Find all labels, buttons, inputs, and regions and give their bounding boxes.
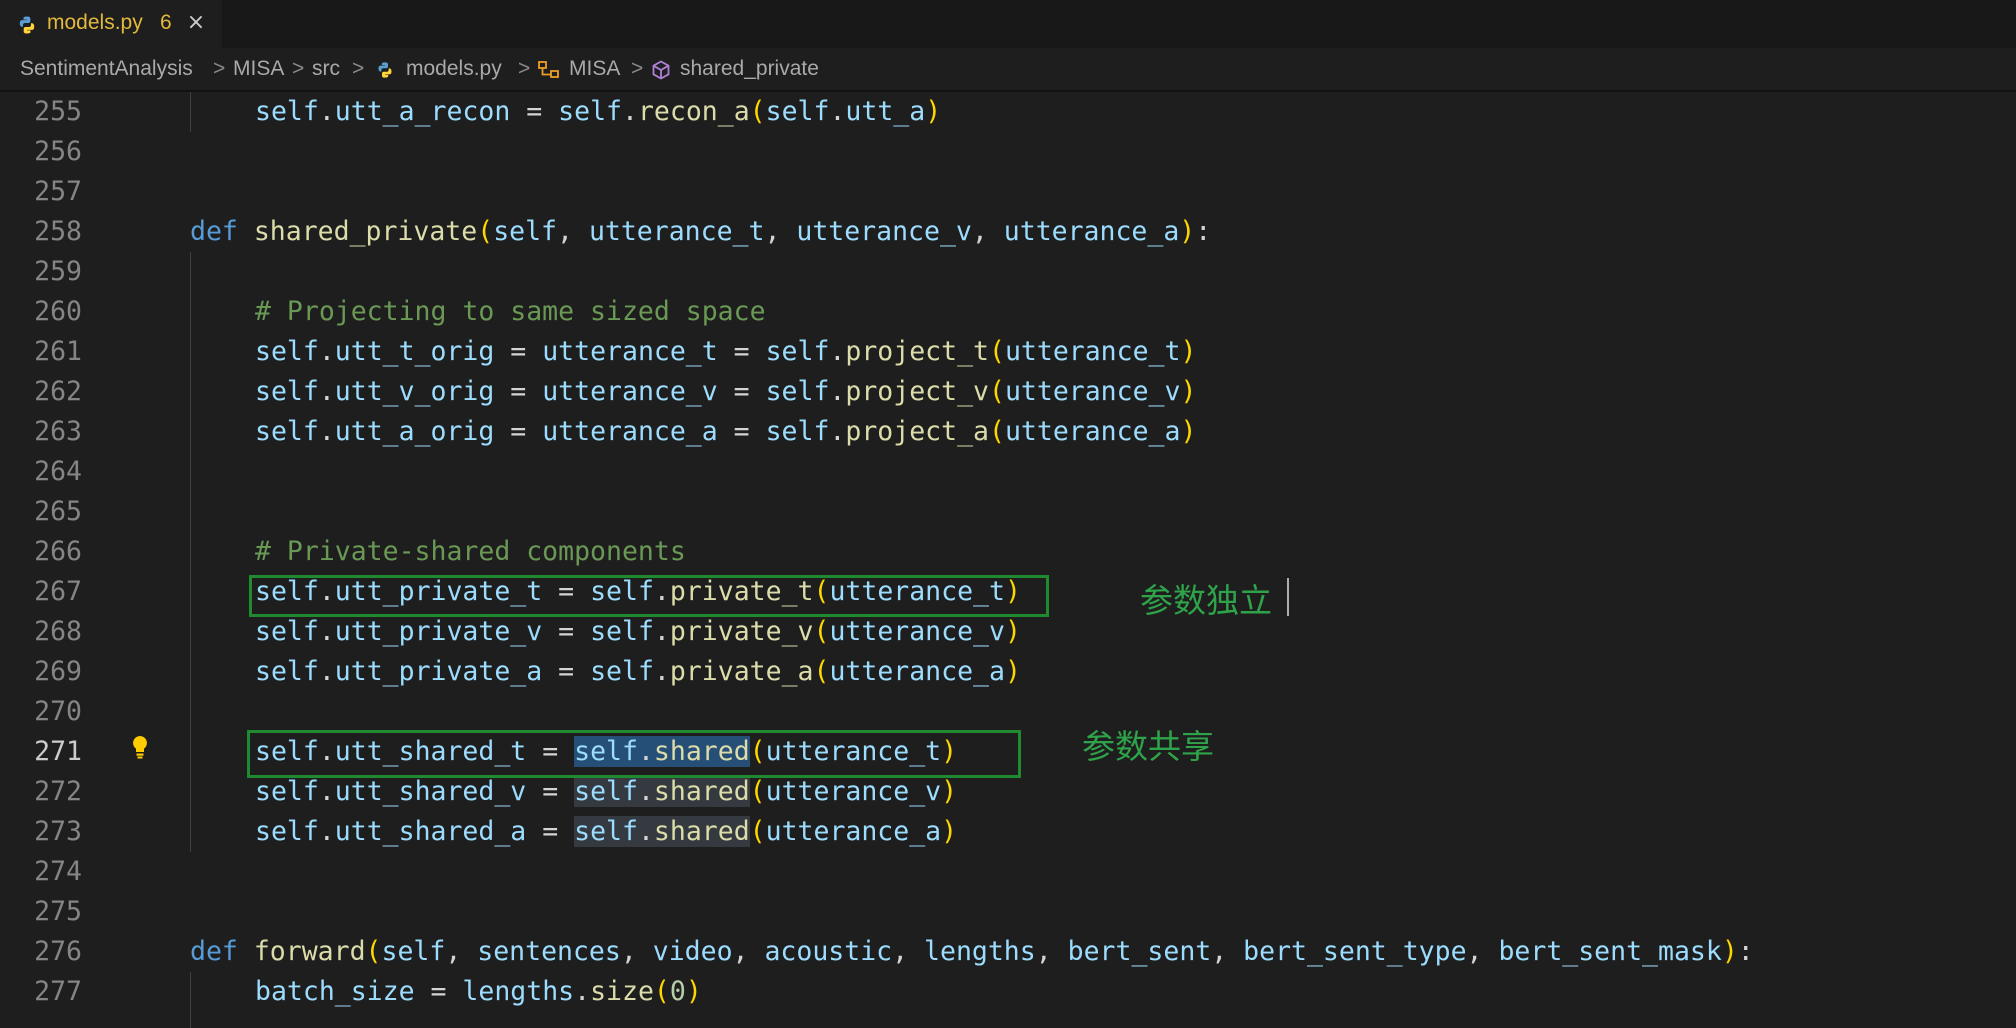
- line-number: 271: [34, 736, 82, 767]
- text-caret: [1287, 578, 1289, 616]
- code-text: self.utt_a_orig = utterance_a = self.pro…: [255, 416, 1197, 447]
- line-number: 256: [34, 136, 82, 167]
- breadcrumb-separator: >: [213, 57, 226, 80]
- tab-bar: models.py 6 ×: [0, 0, 2016, 48]
- code-line[interactable]: 269 self.utt_private_a = self.private_a(u…: [0, 652, 2016, 692]
- line-number: 268: [34, 616, 82, 647]
- annotation-private-note: 参数独立: [1140, 581, 1272, 620]
- method-icon: [652, 60, 670, 80]
- breadcrumb-separator: >: [518, 57, 531, 80]
- breadcrumb-item-misa-class[interactable]: MISA: [569, 57, 620, 81]
- line-number: 270: [34, 696, 82, 727]
- line-number: 275: [34, 896, 82, 927]
- annotation-shared-note: 参数共享: [1082, 727, 1214, 766]
- close-icon[interactable]: ×: [184, 9, 208, 37]
- line-number: 267: [34, 576, 82, 607]
- code-line[interactable]: 262 self.utt_v_orig = utterance_v = self.…: [0, 372, 2016, 412]
- line-number: 262: [34, 376, 82, 407]
- line-number: 274: [34, 856, 82, 887]
- code-line[interactable]: 261 self.utt_t_orig = utterance_t = self.…: [0, 332, 2016, 372]
- line-number: 264: [34, 456, 82, 487]
- breadcrumb-item-misa[interactable]: MISA: [233, 57, 284, 81]
- lightbulb-icon[interactable]: [130, 734, 150, 760]
- code-text: self.utt_private_v = self.private_v(utte…: [255, 616, 1021, 647]
- code-line[interactable]: 273 self.utt_shared_a = self.shared(utter…: [0, 812, 2016, 852]
- code-text: self.utt_private_a = self.private_a(utte…: [255, 656, 1021, 687]
- code-text: def shared_private(self, utterance_t, ut…: [190, 216, 1212, 247]
- code-line[interactable]: 268 self.utt_private_v = self.private_v(u…: [0, 612, 2016, 652]
- line-number: 263: [34, 416, 82, 447]
- line-number: 260: [34, 296, 82, 327]
- line-number: 276: [34, 936, 82, 967]
- line-number: 265: [34, 496, 82, 527]
- code-text: self.utt_shared_a = self.shared(utteranc…: [255, 816, 958, 847]
- code-text: self.utt_t_orig = utterance_t = self.pro…: [255, 336, 1197, 367]
- line-number: 258: [34, 216, 82, 247]
- code-line[interactable]: 258 def shared_private(self, utterance_t,…: [0, 212, 2016, 252]
- class-icon: [538, 61, 559, 78]
- line-number: 273: [34, 816, 82, 847]
- breadcrumb-item-src[interactable]: src: [312, 57, 340, 81]
- code-line[interactable]: 255 self.utt_a_recon = self.recon_a(self.…: [0, 92, 2016, 132]
- breadcrumb-separator: >: [631, 57, 644, 80]
- code-line[interactable]: 275: [0, 892, 2016, 932]
- code-text: # Private-shared components: [255, 536, 686, 567]
- breadcrumb: SentimentAnalysis > MISA > src > models.…: [0, 48, 2016, 92]
- breadcrumb-item-models-py[interactable]: models.py: [406, 57, 502, 81]
- breadcrumb-item-sentimentanalysis[interactable]: SentimentAnalysis: [20, 57, 193, 81]
- problem-count-badge: 6: [160, 11, 172, 34]
- breadcrumb-separator: >: [292, 57, 305, 80]
- code-line[interactable]: 272 self.utt_shared_v = self.shared(utter…: [0, 772, 2016, 812]
- code-line[interactable]: 270: [0, 692, 2016, 732]
- code-text: # Projecting to same sized space: [255, 296, 766, 327]
- annotation-box-shared: [247, 730, 1021, 778]
- annotation-box-private: [249, 575, 1049, 617]
- line-number: 277: [34, 976, 82, 1007]
- breadcrumb-separator: >: [352, 57, 365, 80]
- code-line[interactable]: 256: [0, 132, 2016, 172]
- code-text: batch_size = lengths.size(0): [255, 976, 702, 1007]
- code-text: def forward(self, sentences, video, acou…: [190, 936, 1754, 967]
- line-number: 255: [34, 96, 82, 127]
- tab-models-py[interactable]: models.py 6 ×: [0, 0, 222, 48]
- code-line[interactable]: 265: [0, 492, 2016, 532]
- line-number: 266: [34, 536, 82, 567]
- code-line[interactable]: 277 batch_size = lengths.size(0): [0, 972, 2016, 1012]
- code-text: self.utt_v_orig = utterance_v = self.pro…: [255, 376, 1197, 407]
- code-text: self.utt_a_recon = self.recon_a(self.utt…: [255, 96, 942, 127]
- python-icon: [378, 62, 392, 78]
- code-line[interactable]: 266 # Private-shared components: [0, 532, 2016, 572]
- code-line[interactable]: 264: [0, 452, 2016, 492]
- line-number: 261: [34, 336, 82, 367]
- code-line[interactable]: 260 # Projecting to same sized space: [0, 292, 2016, 332]
- line-number: 269: [34, 656, 82, 687]
- line-number: 272: [34, 776, 82, 807]
- code-text: self.utt_shared_v = self.shared(utteranc…: [255, 776, 958, 807]
- code-line[interactable]: 259: [0, 252, 2016, 292]
- breadcrumb-item-shared-private[interactable]: shared_private: [680, 57, 819, 81]
- code-editor[interactable]: 255 self.utt_a_recon = self.recon_a(self.…: [0, 92, 2016, 1028]
- line-number: 257: [34, 176, 82, 207]
- code-line[interactable]: 274: [0, 852, 2016, 892]
- python-icon: [19, 16, 35, 34]
- line-number: 259: [34, 256, 82, 287]
- code-line[interactable]: 257: [0, 172, 2016, 212]
- code-line[interactable]: 276 def forward(self, sentences, video, a…: [0, 932, 2016, 972]
- tab-filename: models.py: [47, 11, 143, 34]
- code-line[interactable]: 263 self.utt_a_orig = utterance_a = self.…: [0, 412, 2016, 452]
